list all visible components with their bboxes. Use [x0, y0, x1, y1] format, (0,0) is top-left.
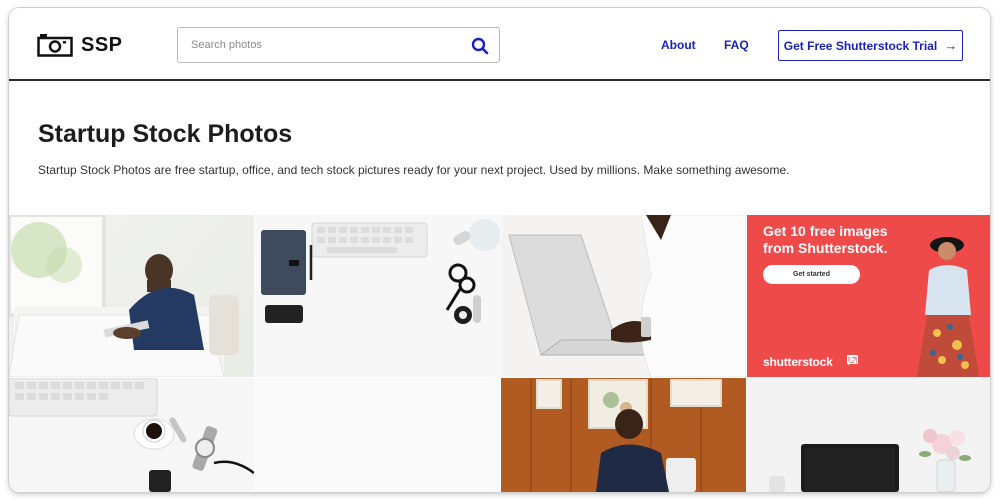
video-icon	[847, 355, 858, 364]
nav-faq-link[interactable]: FAQ	[724, 38, 749, 52]
page-description: Startup Stock Photos are free startup, o…	[38, 163, 790, 177]
search-icon[interactable]	[471, 37, 489, 55]
photo-tile[interactable]	[501, 215, 746, 377]
ad-media-icons: |	[847, 355, 858, 365]
site-header: SSP About FAQ Get Free Shutterstock Tria…	[9, 8, 990, 81]
shutterstock-ad[interactable]: Get 10 free images from Shutterstock. Ge…	[747, 215, 990, 377]
photo-white-surface	[255, 378, 500, 492]
photo-man-laptop-window	[9, 215, 239, 377]
photo-flatlay-desk	[261, 219, 500, 324]
search-input[interactable]	[178, 28, 458, 62]
photo-tile[interactable]	[255, 215, 500, 377]
arrow-right-icon: →	[944, 38, 958, 53]
free-trial-label: Get Free Shutterstock Trial	[783, 38, 938, 53]
photo-tile[interactable]	[747, 378, 990, 492]
ad-headline: Get 10 free images from Shutterstock.	[763, 223, 888, 256]
browser-frame: SSP About FAQ Get Free Shutterstock Tria…	[9, 8, 990, 492]
camera-icon	[37, 34, 73, 57]
ad-get-started-button[interactable]: Get started	[763, 265, 860, 284]
logo-text: SSP	[81, 33, 123, 56]
photo-tile[interactable]	[9, 378, 254, 492]
nav-about-link[interactable]: About	[661, 38, 696, 52]
photo-man-desk-wood	[501, 378, 746, 492]
photo-hands-laptop	[501, 215, 746, 377]
photo-tile[interactable]	[255, 378, 500, 492]
photo-keyboard-coffee	[9, 378, 254, 492]
site-logo[interactable]: SSP	[37, 30, 123, 60]
shutterstock-logo: shutterstock	[763, 355, 833, 369]
free-trial-button[interactable]: Get Free Shutterstock Trial →	[778, 30, 963, 61]
photo-grid: Get 10 free images from Shutterstock. Ge…	[9, 215, 990, 492]
photo-tile[interactable]	[501, 378, 746, 492]
photo-tile[interactable]	[9, 215, 254, 377]
page-title: Startup Stock Photos	[38, 120, 293, 148]
photo-monitor-flowers	[747, 378, 990, 492]
search-box	[177, 27, 500, 63]
